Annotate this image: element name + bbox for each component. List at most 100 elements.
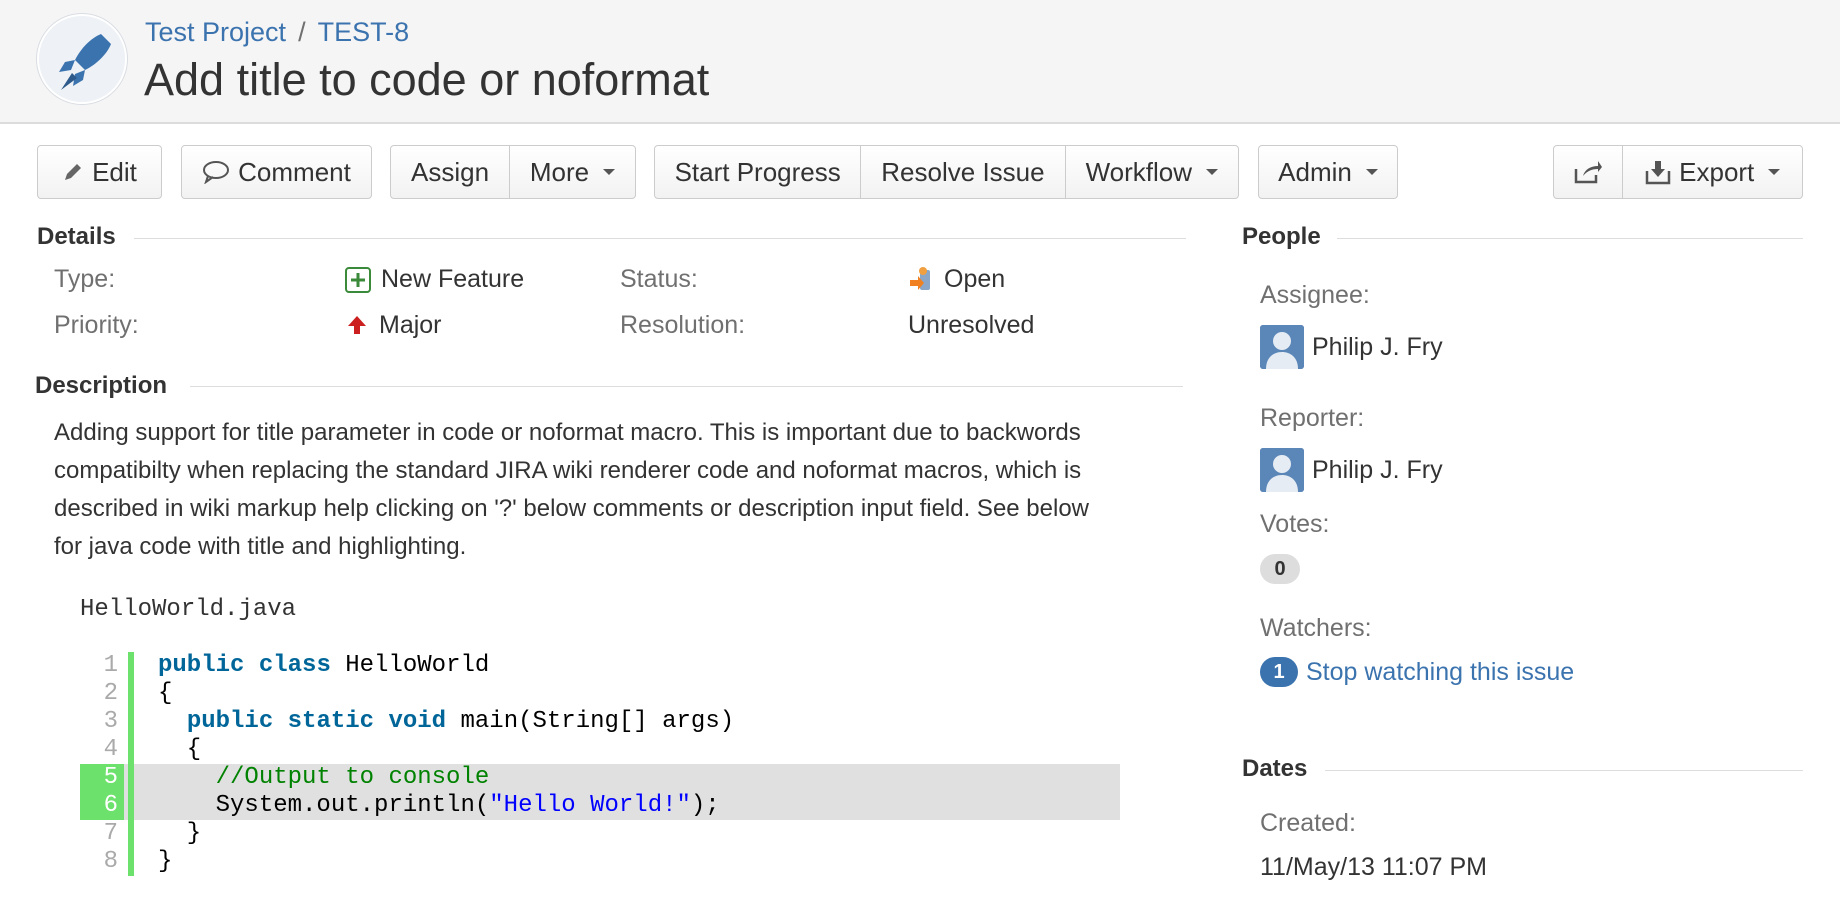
edit-button[interactable]: Edit <box>37 145 162 199</box>
more-dropdown-label: More <box>529 156 590 187</box>
description-text: Adding support for title parameter in co… <box>54 419 1090 560</box>
code-line: 4 { <box>80 736 1120 764</box>
rocket-icon <box>39 16 125 102</box>
code-line: 3 public static void main(String[] args) <box>80 708 1120 736</box>
votes-label: Votes: <box>1260 510 1330 538</box>
open-status-icon <box>910 266 930 290</box>
edit-button-label: Edit <box>92 156 137 187</box>
chevron-down-icon <box>1206 169 1219 175</box>
people-heading: People <box>1242 223 1321 250</box>
priority-label: Priority: <box>54 311 139 339</box>
code-text: } <box>158 848 173 875</box>
assignee-name: Philip J. Fry <box>1312 332 1443 361</box>
assign-button-label: Assign <box>410 156 490 187</box>
code-line: 2 { <box>80 680 1120 708</box>
watchers-label: Watchers: <box>1260 614 1372 642</box>
line-number: 3 <box>103 708 118 735</box>
chevron-down-icon <box>1768 169 1781 175</box>
share-export-group: Export <box>1553 145 1803 199</box>
line-number: 5 <box>80 764 124 792</box>
priority-major-icon <box>348 315 366 334</box>
pencil-icon <box>65 164 82 180</box>
line-number: 8 <box>103 848 118 875</box>
admin-dropdown-label: Admin <box>1278 156 1352 187</box>
code-text: { <box>158 680 173 707</box>
priority-value-text: Major <box>379 311 442 339</box>
reporter[interactable]: Philip J. Fry <box>1260 448 1443 492</box>
assignee[interactable]: Philip J. Fry <box>1260 325 1443 369</box>
details-heading: Details <box>37 223 116 250</box>
status-value: Open <box>908 265 1005 294</box>
code-block: 1 public class HelloWorld 2 { 3 public s… <box>80 652 1120 876</box>
workflow-dropdown-label: Workflow <box>1085 156 1193 187</box>
watchers: 1 Stop watching this issue <box>1260 657 1574 687</box>
code-line: 7 } <box>80 820 1120 848</box>
dates-heading: Dates <box>1242 755 1308 782</box>
assign-more-group: Assign More <box>390 145 636 199</box>
description-divider <box>190 386 1183 387</box>
priority-value: Major <box>345 311 442 340</box>
assignee-label: Assignee: <box>1260 281 1370 309</box>
resolution-label: Resolution: <box>620 311 746 339</box>
description-heading: Description <box>35 372 168 399</box>
breadcrumb-issue-key-link[interactable]: TEST-8 <box>318 17 410 48</box>
reporter-name: Philip J. Fry <box>1312 455 1443 484</box>
start-progress-button[interactable]: Start Progress <box>655 146 862 198</box>
breadcrumb-separator: / <box>298 17 306 47</box>
workflow-dropdown[interactable]: Workflow <box>1066 146 1238 198</box>
code-line-highlighted: 5 //Output to console <box>80 764 1120 792</box>
avatar <box>1260 325 1304 369</box>
code-text: { <box>158 736 202 763</box>
created-label: Created: <box>1260 809 1356 837</box>
type-value-text: New Feature <box>381 265 525 293</box>
code-text: } <box>158 820 202 847</box>
reporter-label: Reporter: <box>1260 404 1365 432</box>
page-title: Add title to code or noformat <box>144 54 710 105</box>
code-text: public static void main(String[] args) <box>186 708 735 735</box>
line-number: 7 <box>103 820 118 847</box>
assign-button[interactable]: Assign <box>391 146 511 198</box>
code-line-highlighted: 6 System.out.println("Hello World!"); <box>80 792 1120 820</box>
code-text: System.out.println("Hello World!"); <box>158 792 720 819</box>
resolve-issue-button-label: Resolve Issue <box>881 156 1045 187</box>
status-label: Status: <box>620 265 698 293</box>
download-icon <box>1645 161 1671 185</box>
code-text: //Output to console <box>215 764 490 791</box>
start-progress-button-label: Start Progress <box>674 156 841 187</box>
created-value: 11/May/13 11:07 PM <box>1260 853 1487 881</box>
line-number: 1 <box>103 652 118 679</box>
admin-dropdown[interactable]: Admin <box>1258 145 1398 199</box>
stop-watching-link[interactable]: Stop watching this issue <box>1306 658 1574 687</box>
new-feature-icon <box>345 266 371 293</box>
dates-divider <box>1325 770 1803 771</box>
share-icon <box>1574 161 1603 184</box>
code-line: 1 public class HelloWorld <box>80 652 1120 680</box>
issue-header: Test Project / TEST-8 Add title to code … <box>0 0 1840 124</box>
breadcrumb-project-link[interactable]: Test Project <box>145 17 286 48</box>
type-label: Type: <box>54 265 116 293</box>
breadcrumb: Test Project / TEST-8 <box>145 17 409 48</box>
details-divider <box>134 238 1186 239</box>
workflow-group: Start Progress Resolve Issue Workflow <box>654 145 1239 199</box>
resolution-value: Unresolved <box>908 311 1035 339</box>
comment-button[interactable]: Comment <box>181 145 372 199</box>
speech-bubble-icon <box>203 161 230 184</box>
resolve-issue-button[interactable]: Resolve Issue <box>861 146 1066 198</box>
watchers-count-badge[interactable]: 1 <box>1260 657 1298 687</box>
user-silhouette-icon <box>1260 448 1304 492</box>
people-divider <box>1337 238 1803 239</box>
more-dropdown[interactable]: More <box>510 146 635 198</box>
status-value-text: Open <box>944 265 1006 293</box>
votes-count-badge[interactable]: 0 <box>1260 554 1300 584</box>
chevron-down-icon <box>1365 169 1378 175</box>
export-dropdown-label: Export <box>1679 156 1755 187</box>
type-value: New Feature <box>345 265 524 294</box>
project-avatar[interactable] <box>37 14 127 104</box>
comment-button-label: Comment <box>238 156 351 187</box>
line-number: 2 <box>103 680 118 707</box>
share-button[interactable] <box>1554 146 1624 198</box>
line-number: 4 <box>103 736 118 763</box>
export-dropdown[interactable]: Export <box>1623 146 1802 198</box>
code-title: HelloWorld.java <box>80 596 297 623</box>
user-silhouette-icon <box>1260 325 1304 369</box>
